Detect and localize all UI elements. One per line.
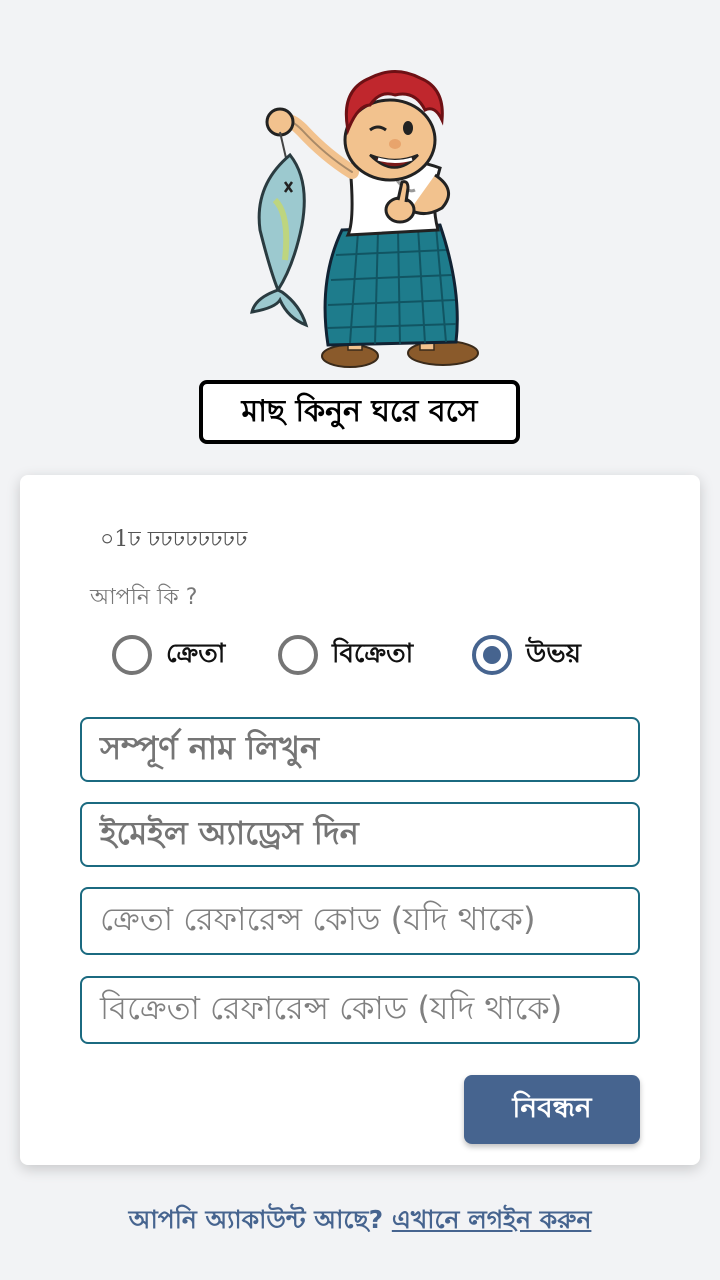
role-label-both: উভয় <box>526 639 581 669</box>
role-question: আপনি কি ? <box>90 585 198 610</box>
role-label-seller: বিক্রেতা <box>332 639 414 669</box>
radio-seller[interactable] <box>278 635 318 675</box>
role-option-seller[interactable]: বিক্রেতা <box>278 633 413 677</box>
email-field[interactable]: ইমেইল অ্যাড্রেস দিন <box>80 802 640 867</box>
login-prompt-text: আপনি অ্যাকাউন্ট আছে? <box>128 1205 384 1234</box>
login-link[interactable]: এখানে লগইন করুন <box>392 1205 592 1234</box>
role-option-buyer[interactable]: ক্রেতা <box>112 633 225 677</box>
app-tagline: মাছ কিনুন ঘরে বসে <box>199 380 520 444</box>
phone-number: ০1ঢ ঢঢঢঢঢঢঢঢ <box>100 527 248 552</box>
radio-both[interactable] <box>472 635 512 675</box>
fish-seller-mascot-icon <box>250 70 479 368</box>
registration-screen: মাছ কিনুন ঘরে বসে ০1ঢ ঢঢঢঢঢঢঢঢ আপনি কি ?… <box>0 0 720 1280</box>
register-button[interactable]: নিবন্ধন <box>464 1075 640 1144</box>
role-option-both[interactable]: উভয় <box>472 633 581 677</box>
buyer-reference-code-field[interactable]: ক্রেতা রেফারেন্স কোড (যদি থাকে) <box>80 887 640 955</box>
seller-reference-code-field[interactable]: বিক্রেতা রেফারেন্স কোড (যদি থাকে) <box>80 976 640 1044</box>
radio-buyer[interactable] <box>112 635 152 675</box>
registration-card: ০1ঢ ঢঢঢঢঢঢঢঢ আপনি কি ? ক্রেতা বিক্রেতা উ… <box>20 475 700 1165</box>
full-name-field[interactable]: সম্পূর্ণ নাম লিখুন <box>80 717 640 782</box>
role-label-buyer: ক্রেতা <box>166 639 226 669</box>
login-prompt: আপনি অ্যাকাউন্ট আছে? এখানে লগইন করুন <box>0 1200 720 1243</box>
